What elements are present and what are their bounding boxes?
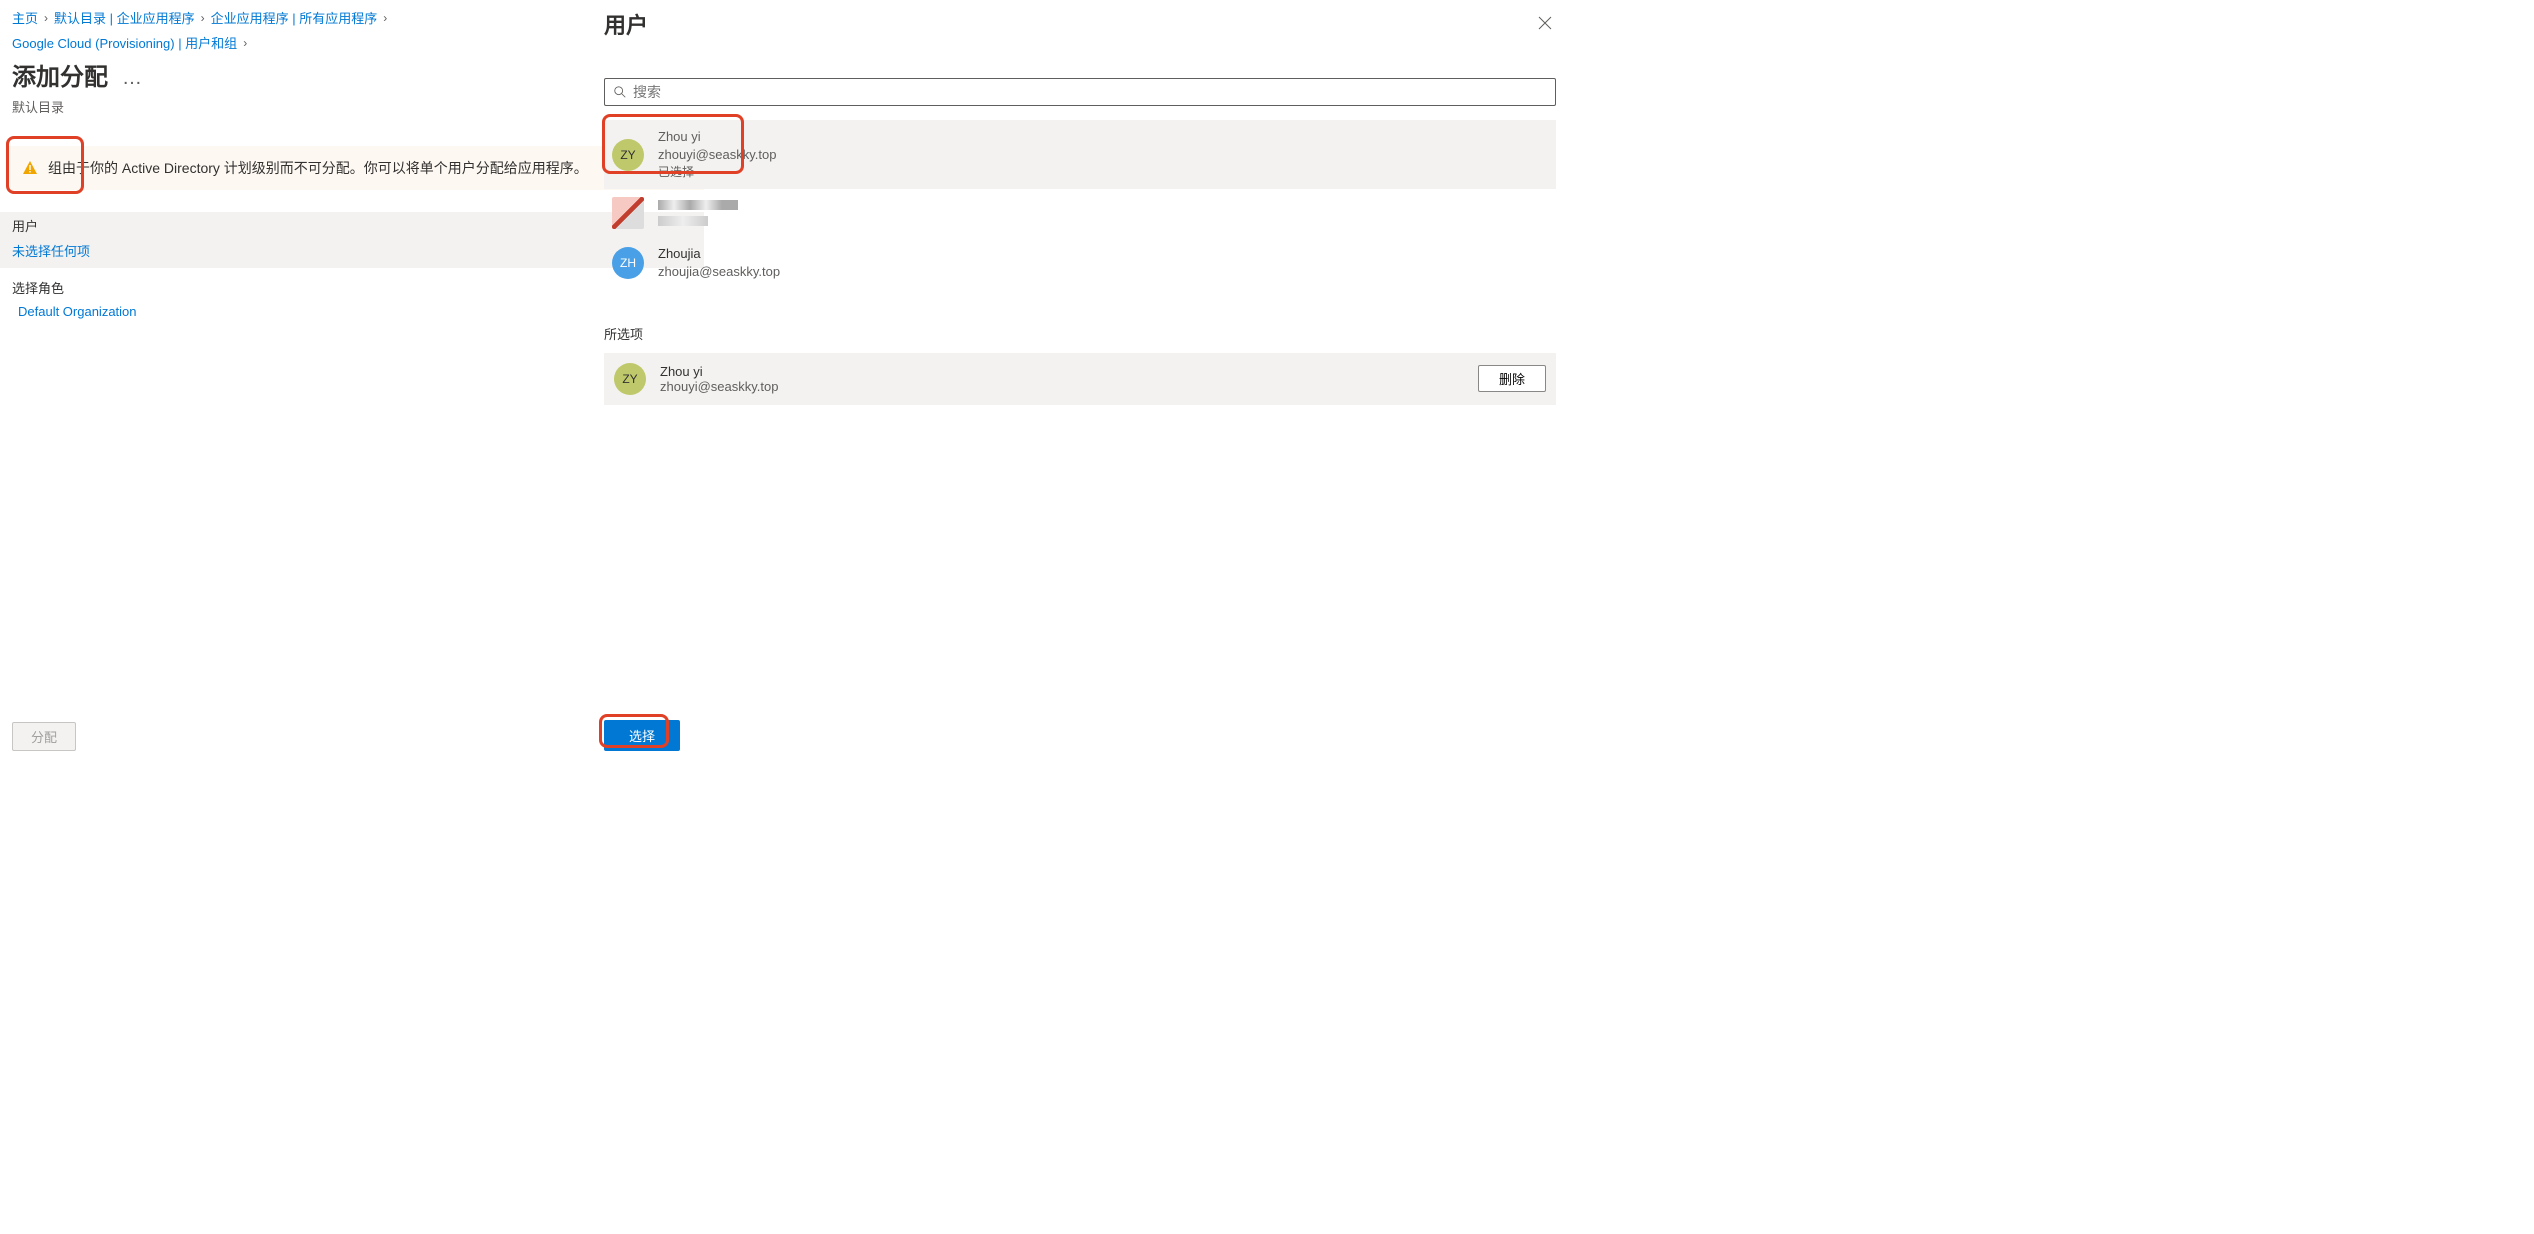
avatar: ZY	[614, 363, 646, 395]
select-button[interactable]: 选择	[604, 720, 680, 751]
page-title: 添加分配	[12, 64, 108, 93]
close-panel-button[interactable]	[1534, 11, 1556, 37]
user-picker-panel: 用户 ZY Zhou yi zhouyi@seaskky.top 已选择	[590, 0, 1570, 765]
search-box[interactable]	[604, 78, 1556, 106]
breadcrumb-separator: ›	[44, 11, 48, 25]
user-info: Zhou yi zhouyi@seaskky.top 已选择	[658, 128, 776, 181]
info-banner-text: 组由于你的 Active Directory 计划级别而不可分配。你可以将单个用…	[48, 158, 588, 178]
breadcrumb-separator: ›	[383, 11, 387, 25]
user-item-zhoujia[interactable]: ZH Zhoujia zhoujia@seaskky.top	[604, 237, 1556, 289]
breadcrumb-enterprise-apps[interactable]: 企业应用程序 | 所有应用程序	[211, 8, 378, 27]
user-info: Zhoujia zhoujia@seaskky.top	[658, 245, 780, 281]
warning-icon	[22, 160, 38, 176]
breadcrumb-default-dir[interactable]: 默认目录 | 企业应用程序	[54, 8, 195, 27]
breadcrumb-separator: ›	[201, 11, 205, 25]
user-item-redacted[interactable]	[604, 189, 1556, 237]
assign-button[interactable]: 分配	[12, 722, 76, 751]
search-input[interactable]	[627, 82, 1547, 102]
redacted-line	[658, 216, 708, 226]
avatar-redacted	[612, 197, 644, 229]
user-status: 已选择	[658, 164, 776, 181]
redacted-lines	[658, 200, 738, 226]
left-panel: 主页 › 默认目录 | 企业应用程序 › 企业应用程序 | 所有应用程序 › G…	[0, 0, 590, 765]
none-selected-link[interactable]: 未选择任何项	[12, 244, 90, 259]
role-value[interactable]: Default Organization	[12, 304, 137, 319]
avatar: ZY	[612, 139, 644, 171]
user-name: Zhoujia	[658, 245, 780, 263]
user-name: Zhou yi	[658, 128, 776, 146]
left-footer: 分配	[12, 716, 578, 757]
page-subtitle: 默认目录	[12, 97, 578, 116]
user-item-zhouyi[interactable]: ZY Zhou yi zhouyi@seaskky.top 已选择	[604, 120, 1556, 189]
page-title-row: 添加分配 …	[12, 64, 578, 93]
role-label: 选择角色	[12, 278, 578, 297]
user-list: ZY Zhou yi zhouyi@seaskky.top 已选择 ZH Zho…	[604, 120, 1556, 290]
user-email: zhouyi@seaskky.top	[658, 146, 776, 164]
remove-button[interactable]: 删除	[1478, 365, 1546, 392]
breadcrumb-home[interactable]: 主页	[12, 8, 38, 27]
breadcrumb-separator: ›	[243, 36, 247, 50]
selected-section-label: 所选项	[604, 324, 1556, 343]
selected-user-item: ZY Zhou yi zhouyi@seaskky.top 删除	[604, 353, 1556, 405]
close-icon	[1538, 16, 1552, 30]
role-section: 选择角色 Default Organization	[12, 276, 578, 319]
selected-user-email: zhouyi@seaskky.top	[660, 379, 1464, 394]
user-email: zhoujia@seaskky.top	[658, 263, 780, 281]
right-footer: 选择	[604, 714, 1556, 757]
panel-header: 用户	[604, 8, 1556, 40]
breadcrumb-users-groups[interactable]: Google Cloud (Provisioning) | 用户和组	[12, 33, 237, 52]
selected-user-info: Zhou yi zhouyi@seaskky.top	[660, 364, 1464, 394]
more-actions-button[interactable]: …	[122, 71, 142, 85]
selected-user-name: Zhou yi	[660, 364, 1464, 379]
search-icon	[613, 85, 627, 99]
avatar: ZH	[612, 247, 644, 279]
breadcrumb: 主页 › 默认目录 | 企业应用程序 › 企业应用程序 | 所有应用程序 › G…	[12, 8, 578, 52]
redacted-line	[658, 200, 738, 210]
panel-title: 用户	[604, 8, 648, 40]
